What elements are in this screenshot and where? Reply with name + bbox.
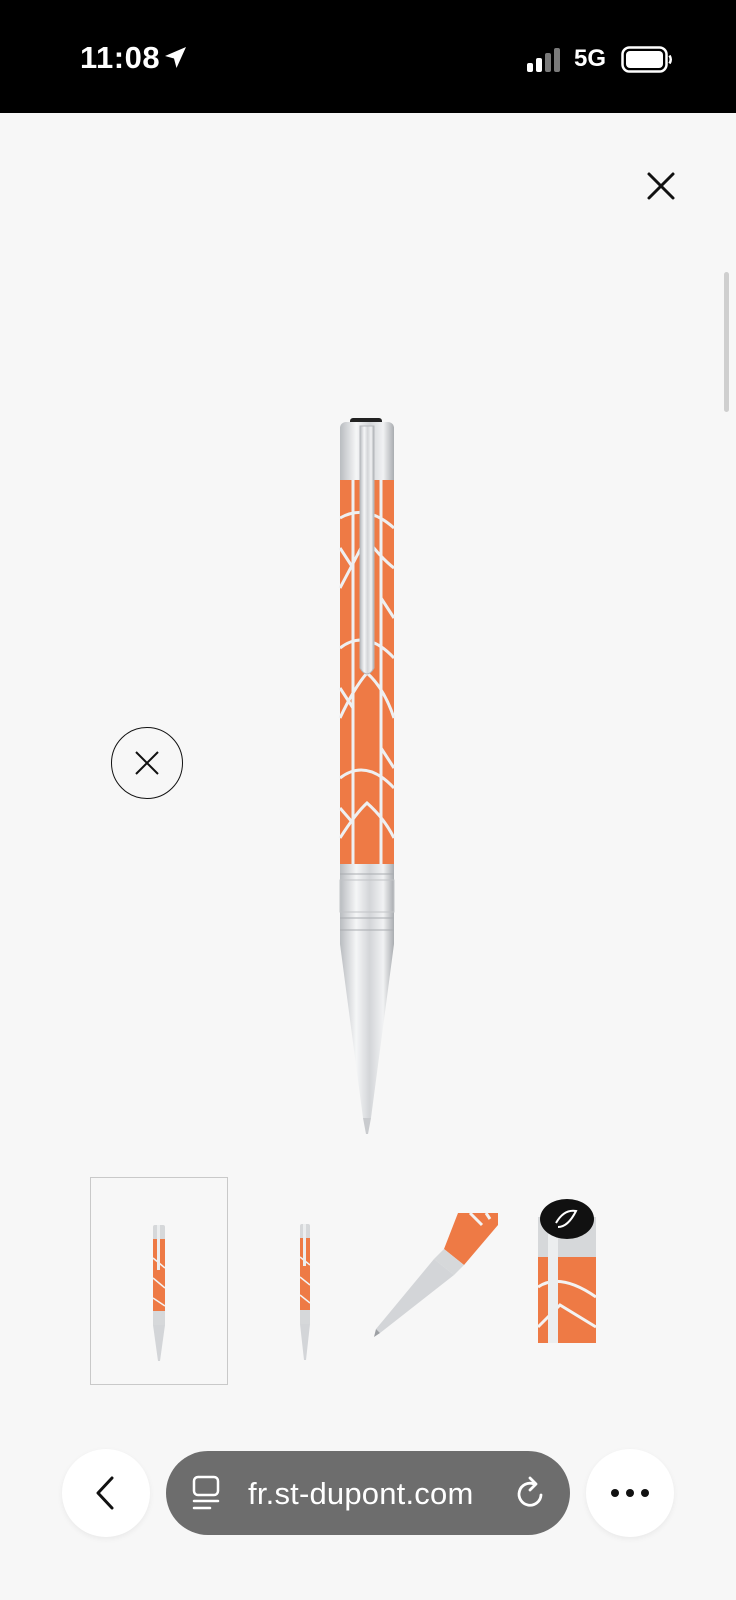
more-icon xyxy=(611,1489,649,1497)
pen-cap-logo-close-up-thumbnail xyxy=(536,1199,597,1343)
thumbnail-4[interactable] xyxy=(520,1177,658,1385)
cellular-signal-icon xyxy=(527,48,560,72)
status-bar: 11:08 5G xyxy=(0,0,736,113)
chevron-left-icon xyxy=(96,1476,114,1510)
url-text[interactable]: fr.st-dupont.com xyxy=(248,1476,473,1512)
close-icon[interactable] xyxy=(641,166,681,206)
circle-close-icon xyxy=(135,751,159,775)
network-label: 5G xyxy=(574,45,607,72)
address-bar[interactable]: fr.st-dupont.com xyxy=(166,1451,570,1535)
status-time: 11:08 xyxy=(80,40,161,75)
thumbnail-1[interactable] xyxy=(90,1177,228,1385)
thumbnail-2[interactable] xyxy=(237,1177,375,1385)
battery-icon xyxy=(621,46,672,73)
thumbnail-3[interactable] xyxy=(370,1177,508,1385)
pen-side-view-thumbnail xyxy=(299,1224,311,1360)
page-menu-icon[interactable] xyxy=(192,1475,222,1511)
pen-tip-close-up-thumbnail xyxy=(374,1211,498,1337)
reload-icon[interactable] xyxy=(514,1475,548,1511)
back-button[interactable] xyxy=(62,1449,150,1537)
pen-front-view-thumbnail xyxy=(152,1225,166,1361)
scroll-indicator[interactable] xyxy=(724,272,729,412)
location-arrow-icon xyxy=(165,47,186,68)
more-button[interactable] xyxy=(586,1449,674,1537)
product-image-pen xyxy=(338,418,396,1134)
dismiss-button[interactable] xyxy=(111,727,183,799)
